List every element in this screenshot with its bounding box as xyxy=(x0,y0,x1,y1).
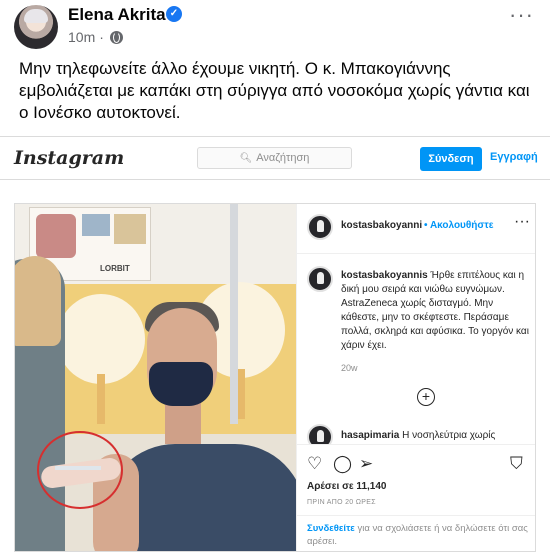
login-button[interactable]: Σύνδεση xyxy=(420,147,482,171)
post-side-panel: kostasbakoyanni • Ακολουθήστε ··· kostas… xyxy=(296,204,535,551)
instagram-topbar: Instagram 🔍︎ Αναζήτηση Σύνδεση Εγγραφή xyxy=(0,136,550,180)
post-time[interactable]: 10m xyxy=(68,29,95,45)
meta-separator: · xyxy=(99,29,104,45)
load-more-comments-icon[interactable]: + xyxy=(417,388,435,406)
post-actions: ♡ ◯ ➢ ⛉ Αρέσει σε 11,140 ΠΡΙΝ ΑΠΟ 20 ΩΡΕ… xyxy=(297,444,535,551)
post-header: Elena Akrita ✓ 10m · ··· xyxy=(0,0,550,56)
caption-username[interactable]: kostasbakoyannis xyxy=(341,270,428,281)
curtain-pole xyxy=(230,204,238,424)
heart-icon[interactable]: ♡ xyxy=(307,455,322,473)
more-options-icon[interactable]: ··· xyxy=(514,213,530,231)
login-prompt: Συνδεθείτε για να σχολιάσετε ή να δηλώσε… xyxy=(297,515,535,551)
follow-link[interactable]: • Ακολουθήστε xyxy=(424,220,493,231)
red-circle-annotation xyxy=(37,431,123,509)
search-placeholder: Αναζήτηση xyxy=(256,152,310,164)
nurse-hair xyxy=(15,256,61,346)
verified-badge-icon: ✓ xyxy=(166,6,182,22)
post-meta: 10m · xyxy=(68,29,123,45)
caption-time: 20w xyxy=(341,363,358,373)
share-icon[interactable]: ➢ xyxy=(359,455,373,473)
likes-count[interactable]: Αρέσει σε 11,140 xyxy=(307,481,386,492)
instagram-logo[interactable]: Instagram xyxy=(14,147,124,169)
author-avatar[interactable] xyxy=(14,5,58,49)
comment-text: Η νοσηλεύτρια χωρίς xyxy=(402,430,496,441)
follow-separator: • xyxy=(424,220,428,231)
comment: hasapimaria Η νοσηλεύτρια χωρίς xyxy=(341,430,495,441)
tree-decoration xyxy=(57,294,145,384)
tree-trunk xyxy=(237,369,245,419)
login-prompt-link[interactable]: Συνδεθείτε xyxy=(307,523,355,534)
post-username[interactable]: kostasbakoyanni xyxy=(341,220,422,231)
author-name[interactable]: Elena Akrita xyxy=(68,5,166,25)
tree-trunk xyxy=(97,374,105,424)
caption-avatar[interactable] xyxy=(307,266,333,292)
post-text: Μην τηλεφωνείτε άλλο έχουμε νικητή. Ο κ.… xyxy=(19,59,530,122)
follow-label: Ακολουθήστε xyxy=(429,220,494,231)
signup-link[interactable]: Εγγραφή xyxy=(490,151,538,163)
more-options-icon[interactable]: ··· xyxy=(509,4,534,26)
face-mask xyxy=(149,362,213,406)
comment-icon[interactable]: ◯ xyxy=(333,455,352,473)
caption-text: Ήρθε επιτέλους και η δική μου σειρά και … xyxy=(341,270,529,351)
globe-icon xyxy=(109,30,123,44)
user-avatar[interactable] xyxy=(307,214,333,240)
search-input[interactable]: 🔍︎ Αναζήτηση xyxy=(197,147,352,169)
search-icon: 🔍︎ xyxy=(239,152,253,164)
post-timestamp: ΠΡΙΝ ΑΠΟ 20 ΩΡΕΣ xyxy=(307,499,376,506)
post-caption: kostasbakoyannis Ήρθε επιτέλους και η δι… xyxy=(341,269,531,353)
instagram-post: LORBIT kostasbakoyanni • Ακολουθήστε ··· xyxy=(14,203,536,552)
post-header: kostasbakoyanni • Ακολουθήστε ··· xyxy=(297,204,535,254)
comment-username[interactable]: hasapimaria xyxy=(341,430,399,441)
post-photo[interactable]: LORBIT xyxy=(15,204,296,551)
poster-text: LORBIT xyxy=(100,264,130,273)
bookmark-icon[interactable]: ⛉ xyxy=(510,455,523,473)
